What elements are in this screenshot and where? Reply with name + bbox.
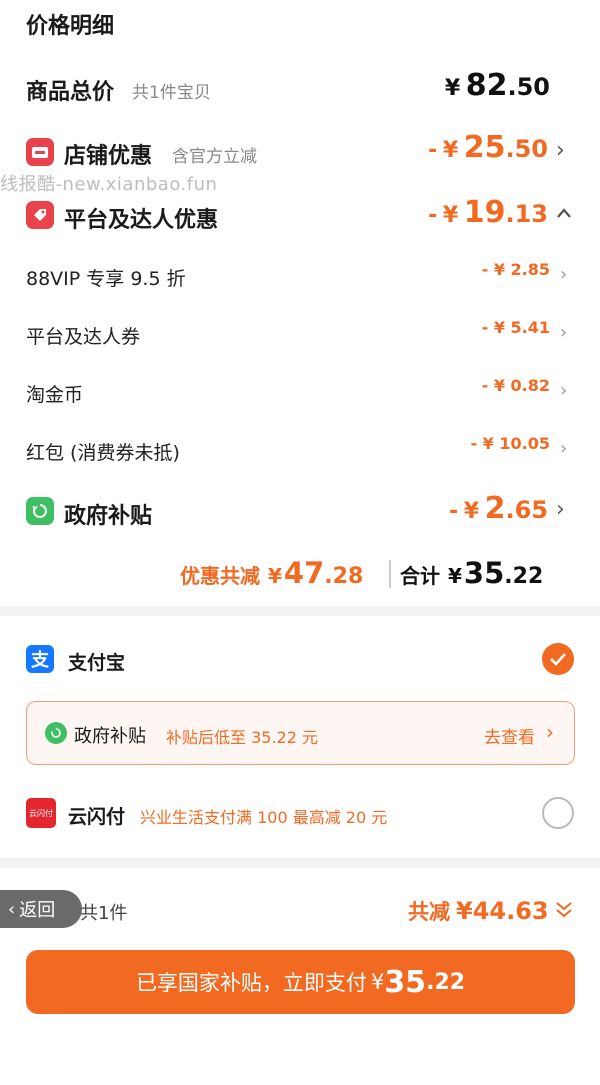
double-chevron-down-icon[interactable] [554,899,574,925]
sub-item-label: 红包 (消费券未抵) [26,442,180,464]
gov-box-label: 政府补贴 [74,726,146,747]
chevron-left-icon: ‹ [8,898,16,920]
platform-discount-label: 平台及达人优惠 [64,208,219,233]
shop-icon [26,138,54,166]
total-summary: 合计 ¥ 35.22 [400,556,544,590]
back-button[interactable]: ‹ 返回 [0,890,82,928]
sub-item-price[interactable]: - ¥ 0.82 [482,376,550,395]
sub-item-label: 淘金币 [26,384,84,406]
sub-item-price[interactable]: - ¥ 5.41 [482,318,550,337]
item-count: 共1件 [80,903,128,924]
shop-discount-label: 店铺优惠 [64,144,153,169]
unselected-radio[interactable] [542,797,574,829]
tag-icon [26,201,54,229]
alipay-icon: 支 [26,645,54,673]
discount-summary: 优惠共减 ¥ 47.28 [180,556,364,590]
selected-check-icon[interactable] [542,643,574,675]
chevron-right-icon[interactable]: › [560,264,567,285]
chevron-right-icon[interactable]: › [556,138,565,163]
sub-item-label: 88VIP 专享 9.5 折 [26,268,186,290]
shop-discount-price[interactable]: - ¥ 25.50 [428,130,548,165]
section-divider [0,858,600,868]
gov-subsidy-label: 政府补贴 [64,504,153,529]
sub-item-price[interactable]: - ¥ 10.05 [470,434,550,453]
goods-total-label: 商品总价 [26,80,115,105]
gov-subsidy-icon [26,497,54,525]
chevron-right-icon[interactable]: › [560,322,567,343]
gov-subsidy-price[interactable]: - ¥ 2.65 [449,491,548,526]
chevron-up-icon[interactable] [556,200,572,225]
chevron-right-icon[interactable]: › [560,380,567,401]
goods-total-price: ¥ 82.50 [444,68,550,103]
unionpay-icon: 云闪付 [26,798,56,828]
pay-button[interactable]: 已享国家补贴，立即支付 ¥ 35.22 [26,950,575,1014]
watermark-text: 线报酷-new.xianbao.fun [0,174,218,195]
alipay-label[interactable]: 支付宝 [68,648,125,675]
gov-box-link[interactable]: 去查看 [484,723,535,748]
platform-discount-price[interactable]: - ¥ 19.13 [428,195,548,230]
sub-item-price[interactable]: - ¥ 2.85 [482,260,550,279]
gov-box-text: 补贴后低至 35.22 元 [166,728,318,747]
summary-divider [389,560,391,588]
shop-discount-sub: 含官方立减 [172,147,257,167]
gov-subsidy-small-icon [45,722,67,744]
goods-count-text: 共1件宝贝 [132,83,211,103]
sub-item-label: 平台及达人券 [26,326,141,348]
chevron-right-icon[interactable]: › [556,497,565,522]
total-reduce[interactable]: 共减 ¥44.63 [408,896,549,926]
chevron-right-icon[interactable]: › [560,438,567,459]
chevron-right-icon[interactable]: › [546,720,554,744]
unionpay-promo: 兴业生活支付满 100 最高减 20 元 [140,808,388,827]
unionpay-label[interactable]: 云闪付 [68,802,125,829]
page-title: 价格明细 [26,14,115,39]
section-divider [0,606,600,616]
